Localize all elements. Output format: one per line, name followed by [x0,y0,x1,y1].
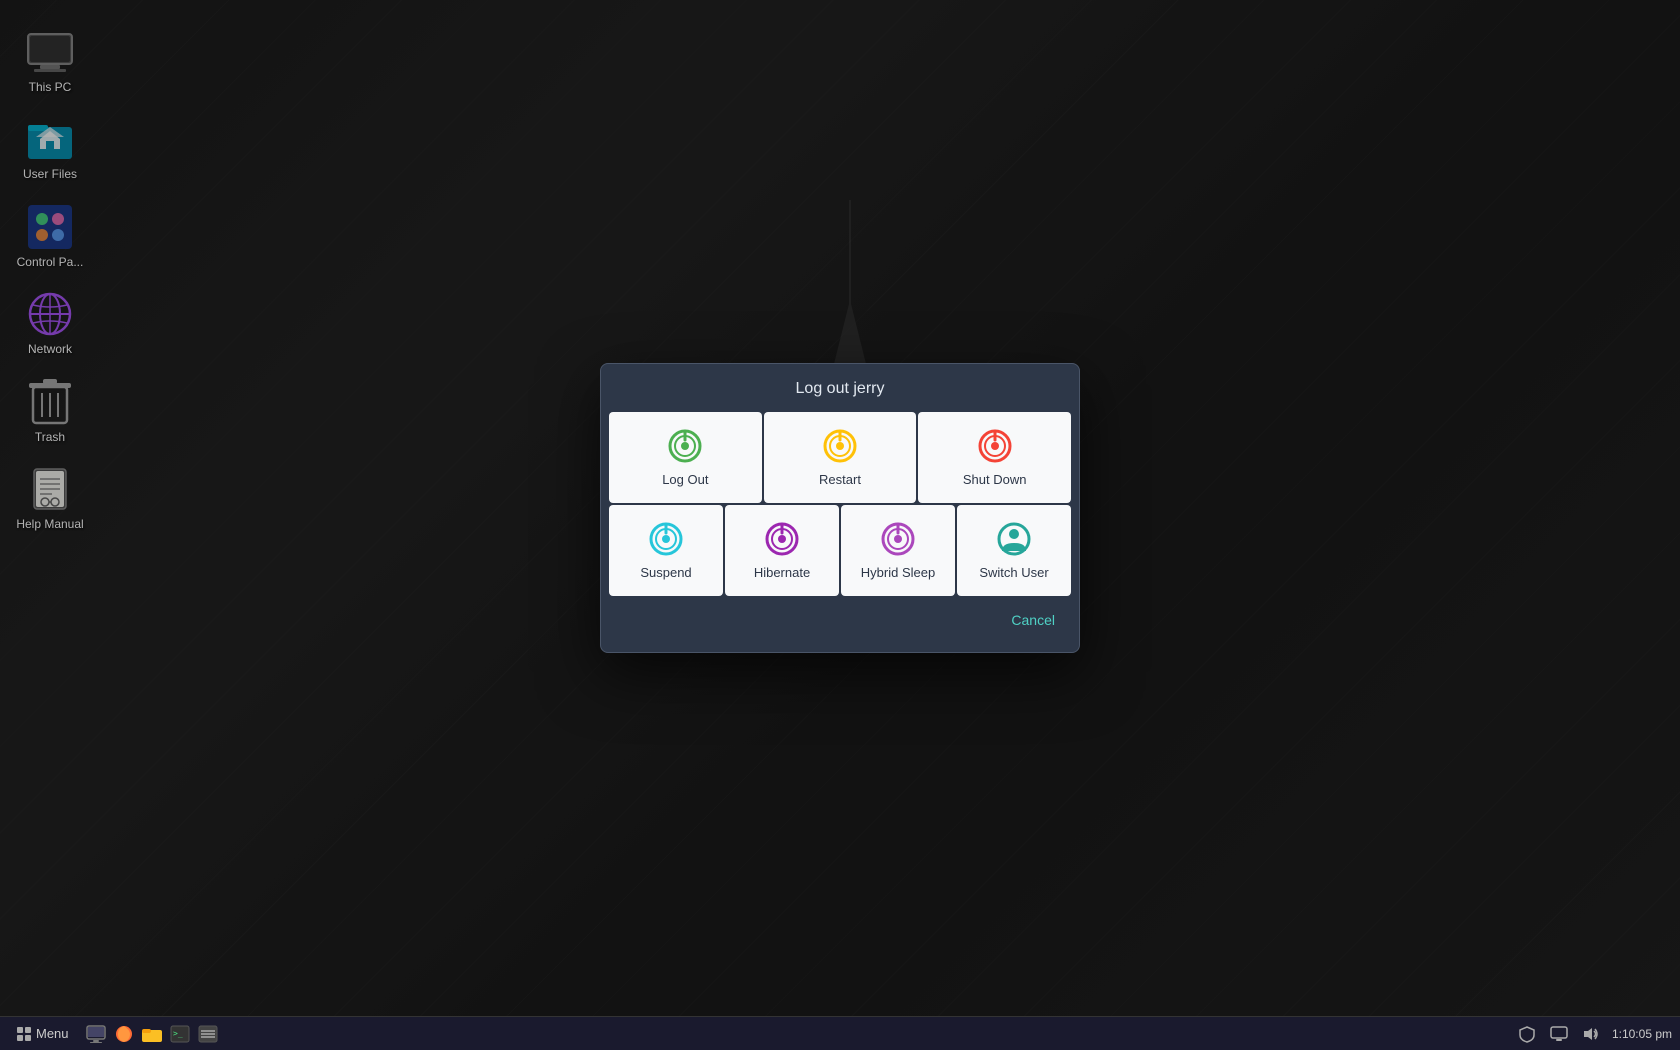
restart-label: Restart [819,472,861,487]
restart-button[interactable]: Restart [764,412,917,503]
dialog-title: Log out jerry [601,364,1079,412]
hybrid-sleep-button[interactable]: Hybrid Sleep [841,505,955,596]
restart-icon [822,428,858,464]
switch-user-button[interactable]: Switch User [957,505,1071,596]
hybrid-sleep-label: Hybrid Sleep [861,565,935,580]
log-out-icon [667,428,703,464]
hibernate-icon [764,521,800,557]
taskbar-app-icons: >_ [85,1023,219,1045]
suspend-icon [648,521,684,557]
dialog-row1: Log Out Restart [609,412,1071,503]
svg-text:>_: >_ [173,1029,183,1038]
log-out-button[interactable]: Log Out [609,412,762,503]
suspend-label: Suspend [640,565,691,580]
dialog-overlay: Log out jerry Log Out [0,0,1680,1016]
taskbar-volume-icon[interactable] [1580,1023,1602,1045]
suspend-button[interactable]: Suspend [609,505,723,596]
taskbar-monitor-icon[interactable] [85,1023,107,1045]
menu-grid-icon [16,1026,32,1042]
log-out-label: Log Out [662,472,708,487]
cancel-button[interactable]: Cancel [1003,608,1063,632]
switch-user-icon [996,521,1032,557]
hybrid-sleep-icon [880,521,916,557]
dialog-footer: Cancel [601,596,1079,636]
desktop: This PC User Files [0,0,1680,1050]
shut-down-icon [977,428,1013,464]
taskbar-menu-button[interactable]: Menu [8,1024,77,1044]
shut-down-button[interactable]: Shut Down [918,412,1071,503]
taskbar-folder-icon[interactable] [141,1023,163,1045]
shut-down-label: Shut Down [963,472,1027,487]
taskbar-display-icon[interactable] [1548,1023,1570,1045]
taskbar-menu-label: Menu [36,1026,69,1041]
taskbar: Menu [0,1016,1680,1050]
dialog-row2: Suspend Hibernate [609,505,1071,596]
logout-dialog: Log out jerry Log Out [600,363,1080,653]
taskbar-terminal-icon[interactable]: >_ [169,1023,191,1045]
hibernate-button[interactable]: Hibernate [725,505,839,596]
taskbar-firefox-icon[interactable] [113,1023,135,1045]
switch-user-label: Switch User [979,565,1048,580]
taskbar-right-area: 1:10:05 pm [1516,1023,1672,1045]
taskbar-shield-icon[interactable] [1516,1023,1538,1045]
taskbar-clock: 1:10:05 pm [1612,1027,1672,1041]
hibernate-label: Hibernate [754,565,810,580]
taskbar-dots-icon[interactable] [197,1023,219,1045]
